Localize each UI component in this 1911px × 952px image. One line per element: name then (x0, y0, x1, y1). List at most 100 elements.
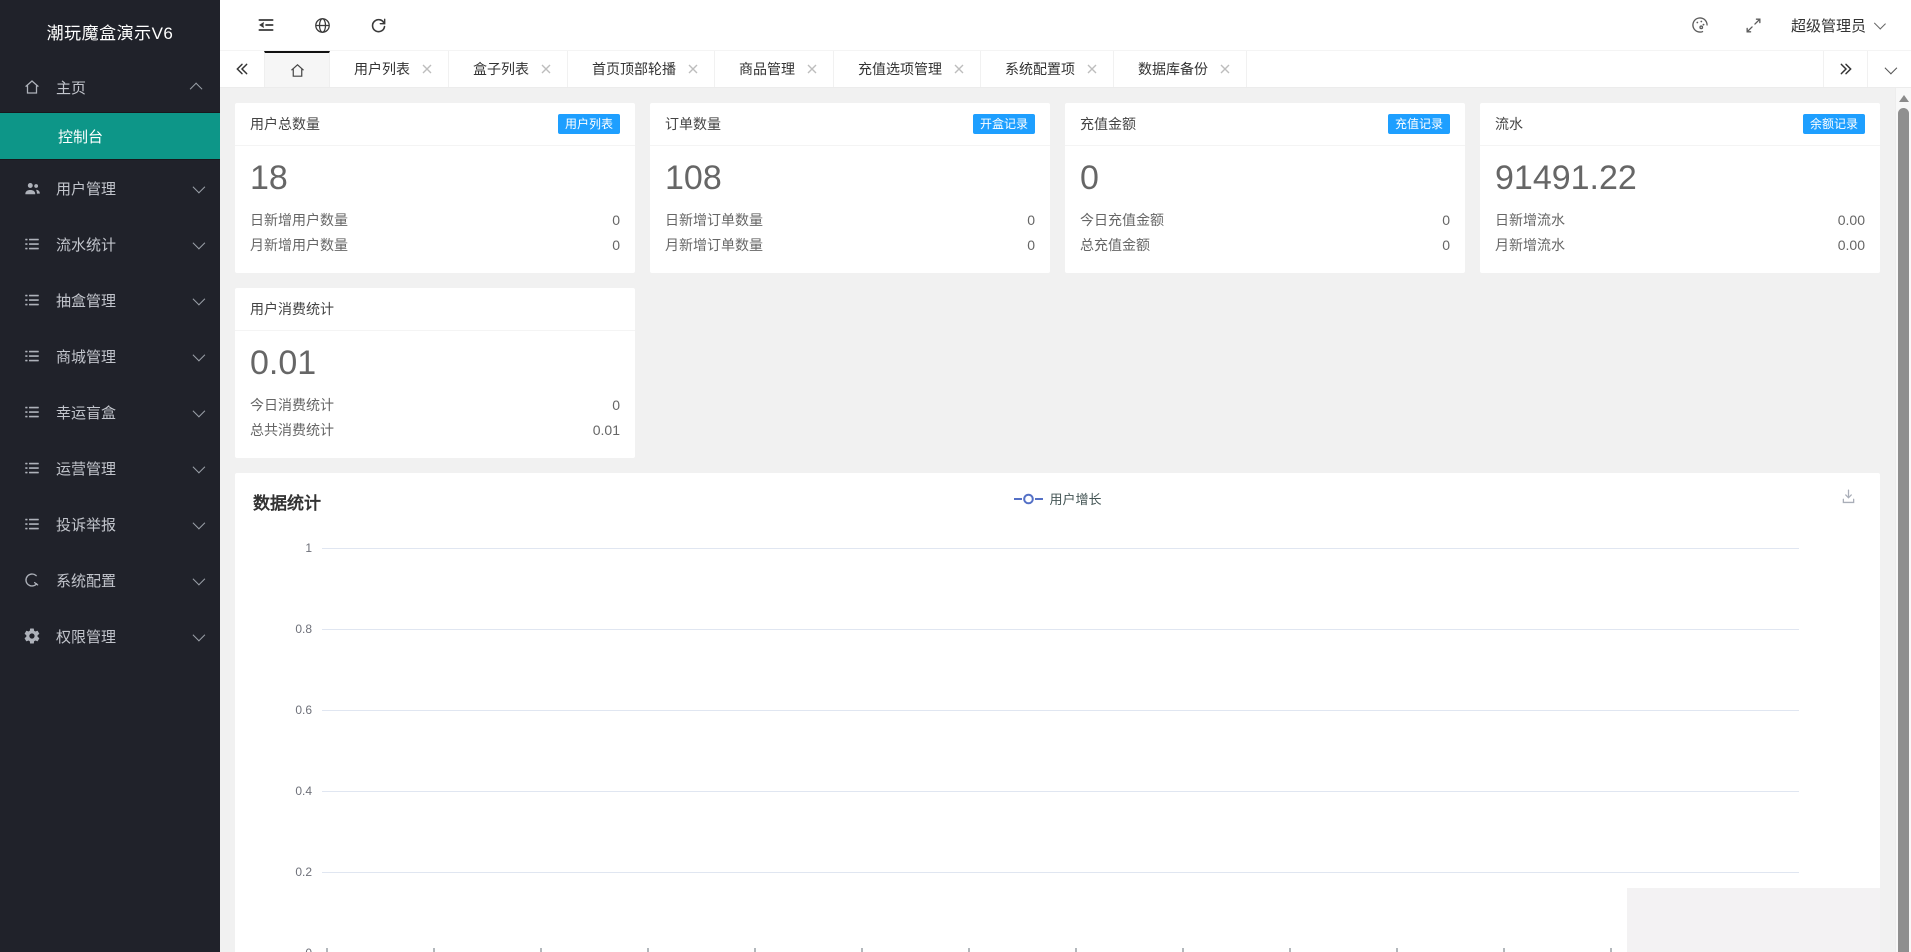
card-title: 充值金额 (1080, 116, 1136, 132)
dashboard-content: 用户总数量 用户列表 18 日新增用户数量 0 月新增用户数量 0 订单数量 开… (220, 88, 1895, 952)
sidebar-item-operations[interactable]: 运营管理 (0, 440, 220, 496)
sidebar-item-flow-stats[interactable]: 流水统计 (0, 216, 220, 272)
collapse-sidebar-button[interactable] (238, 0, 294, 50)
tab-recharge-options[interactable]: 充值选项管理 (834, 51, 981, 87)
tab-box-list[interactable]: 盒子列表 (449, 51, 568, 87)
sidebar-item-label: 幸运盲盒 (56, 404, 117, 422)
card-title: 流水 (1495, 116, 1523, 132)
close-icon[interactable] (807, 64, 817, 74)
stat-row-value: 0 (612, 212, 620, 228)
legend-item-user-growth[interactable]: 用户增长 (1013, 489, 1102, 508)
stat-value: 0.01 (250, 344, 317, 382)
refresh-button[interactable] (350, 0, 406, 50)
legend-marker-icon (1013, 493, 1043, 504)
chevron-down-icon (192, 348, 206, 361)
scroll-up-arrow-icon[interactable] (1899, 95, 1909, 102)
top-header: 超级管理员 (220, 0, 1911, 50)
globe-icon (313, 16, 332, 35)
scroll-tabs-right-button[interactable] (1823, 51, 1867, 87)
chevron-down-icon (1873, 17, 1886, 30)
theme-button[interactable] (1673, 0, 1727, 50)
tab-label: 用户列表 (354, 61, 410, 77)
stat-row-value: 0 (1027, 237, 1035, 253)
tab-home[interactable] (264, 51, 330, 87)
sidebar-item-system-config[interactable]: 系统配置 (0, 552, 220, 608)
card-badge-link[interactable]: 用户列表 (557, 114, 620, 134)
sidebar-item-label: 运营管理 (56, 460, 117, 478)
tab-product-mgmt[interactable]: 商品管理 (715, 51, 834, 87)
tab-label: 首页顶部轮播 (592, 61, 676, 77)
tab-home-carousel[interactable]: 首页顶部轮播 (568, 51, 715, 87)
gridline (322, 629, 1799, 630)
sidebar-item-home[interactable]: 主页 (0, 62, 220, 112)
sidebar-item-box-mgmt[interactable]: 抽盒管理 (0, 272, 220, 328)
tab-system-config-items[interactable]: 系统配置项 (981, 51, 1114, 87)
sidebar-item-user-mgmt[interactable]: 用户管理 (0, 160, 220, 216)
stat-row-value: 0.01 (592, 422, 620, 438)
card-title: 用户总数量 (250, 116, 320, 132)
stat-row-value: 0.00 (1837, 237, 1865, 253)
sidebar-item-label: 控制台 (58, 128, 104, 146)
chevron-down-icon (192, 180, 206, 193)
scroll-tabs-left-button[interactable] (220, 51, 264, 87)
card-badge-link[interactable]: 余额记录 (1802, 114, 1865, 134)
sidebar-item-label: 系统配置 (56, 572, 117, 590)
fullscreen-icon (1744, 16, 1763, 35)
fullscreen-button[interactable] (1727, 0, 1781, 50)
tab-options-button[interactable] (1867, 51, 1911, 87)
list-icon (22, 290, 42, 310)
sidebar-item-label: 流水统计 (56, 236, 117, 254)
chevron-down-icon (192, 516, 206, 529)
gear-icon (22, 626, 42, 646)
stat-row-label: 今日消费统计 (250, 397, 334, 413)
list-icon (22, 346, 42, 366)
chevron-down-icon (192, 236, 206, 249)
close-icon[interactable] (422, 64, 432, 74)
sidebar-item-console[interactable]: 控制台 (0, 113, 220, 159)
sidebar-item-lucky-box[interactable]: 幸运盲盒 (0, 384, 220, 440)
close-icon[interactable] (954, 64, 964, 74)
save-image-button[interactable] (1839, 487, 1858, 506)
sidebar-item-permissions[interactable]: 权限管理 (0, 608, 220, 664)
palette-icon (1690, 15, 1710, 35)
sidebar-item-mall-mgmt[interactable]: 商城管理 (0, 328, 220, 384)
tab-db-backup[interactable]: 数据库备份 (1114, 51, 1247, 87)
download-icon (1839, 487, 1858, 506)
y-axis-tick: 0.6 (295, 703, 312, 717)
tab-bar: 用户列表 盒子列表 首页顶部轮播 商品管理 充值选项管理 系统配置项 数据库备份 (220, 50, 1911, 88)
stat-row-label: 日新增流水 (1495, 212, 1565, 228)
gridline (322, 548, 1799, 549)
user-menu[interactable]: 超级管理员 (1781, 0, 1887, 50)
sidebar-item-label: 权限管理 (56, 628, 117, 646)
card-badge-link[interactable]: 开盒记录 (972, 114, 1035, 134)
stat-value: 108 (665, 159, 722, 197)
sidebar-item-complaints[interactable]: 投诉举报 (0, 496, 220, 552)
close-icon[interactable] (1087, 64, 1097, 74)
tab-bar-spacer (1247, 51, 1823, 87)
close-icon[interactable] (1220, 64, 1230, 74)
y-axis-tick: 0.4 (295, 784, 312, 798)
scrollbar-thumb[interactable] (1898, 108, 1909, 952)
close-icon[interactable] (688, 64, 698, 74)
chevron-down-icon (192, 628, 206, 641)
main-area: 超级管理员 用户列表 盒子列表 首页顶部轮播 商品管理 充值选项管理 系统配置项… (220, 0, 1911, 952)
stat-row-value: 0 (1442, 212, 1450, 228)
close-icon[interactable] (541, 64, 551, 74)
stat-value: 0 (1080, 159, 1099, 197)
vertical-scrollbar[interactable] (1895, 88, 1911, 952)
gridline (322, 872, 1799, 873)
stat-row-value: 0 (612, 237, 620, 253)
tab-label: 充值选项管理 (858, 61, 942, 77)
list-icon (22, 514, 42, 534)
stat-row-label: 月新增流水 (1495, 237, 1565, 253)
y-axis-tick: 0.8 (295, 622, 312, 636)
sidebar-submenu: 控制台 (0, 112, 220, 160)
sidebar-item-label: 商城管理 (56, 348, 117, 366)
chevron-down-icon (1884, 61, 1898, 74)
site-home-button[interactable] (294, 0, 350, 50)
tab-user-list[interactable]: 用户列表 (330, 51, 449, 87)
stat-row-label: 日新增订单数量 (665, 212, 763, 228)
stat-row-label: 总充值金额 (1080, 237, 1150, 253)
chart-card: 数据统计 用户增长 1 0.8 0.6 0.4 0.2 (235, 473, 1880, 952)
card-badge-link[interactable]: 充值记录 (1387, 114, 1450, 134)
